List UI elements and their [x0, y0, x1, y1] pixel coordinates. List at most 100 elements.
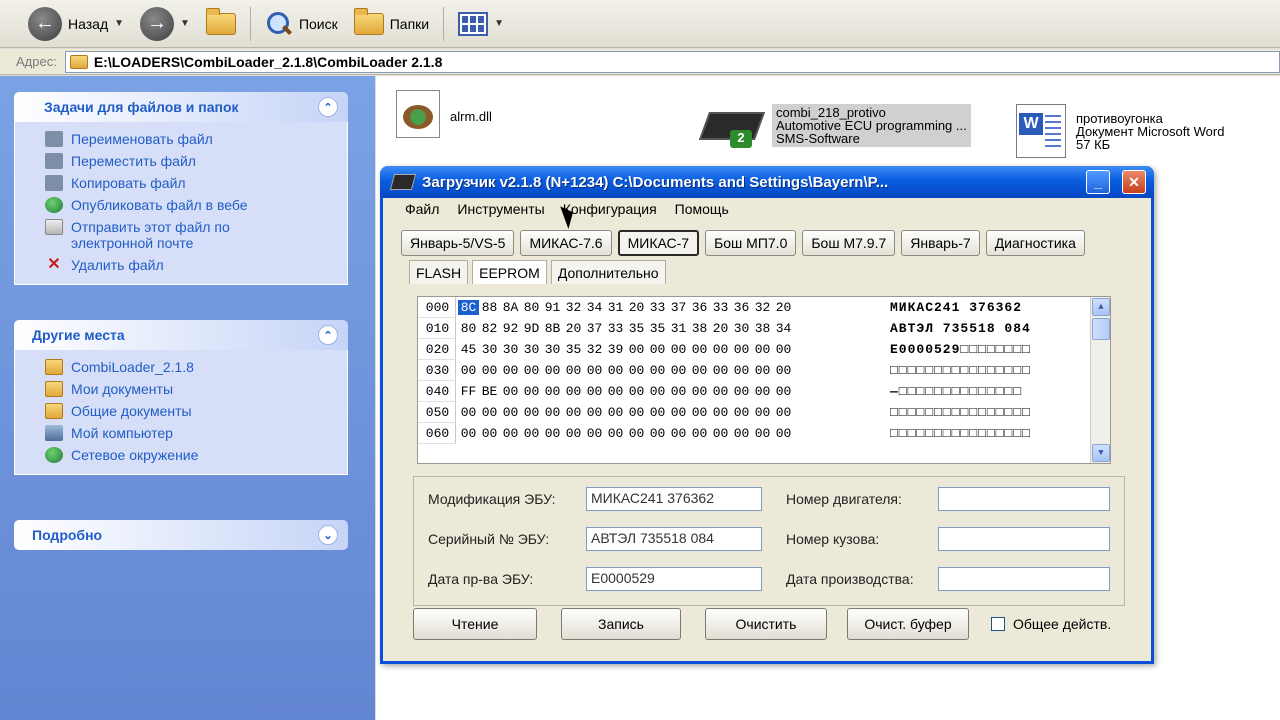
hex-byte[interactable]: 00: [668, 405, 689, 420]
hex-byte[interactable]: 33: [647, 300, 668, 315]
hex-byte[interactable]: 00: [605, 384, 626, 399]
hex-byte[interactable]: 38: [689, 321, 710, 336]
menu-tools[interactable]: Инструменты: [457, 201, 544, 217]
hex-byte[interactable]: 36: [689, 300, 710, 315]
hex-byte[interactable]: 00: [710, 405, 731, 420]
loader-titlebar[interactable]: Загрузчик v2.1.8 (N+1234) C:\Documents a…: [380, 166, 1154, 198]
chevron-down-icon[interactable]: ▼: [114, 18, 124, 29]
hex-byte[interactable]: 45: [458, 342, 479, 357]
hex-byte[interactable]: 33: [710, 300, 731, 315]
hex-byte[interactable]: 31: [668, 321, 689, 336]
hex-byte[interactable]: 00: [689, 405, 710, 420]
task-publish[interactable]: Опубликовать файл в вебе: [15, 194, 347, 216]
hex-byte[interactable]: 37: [668, 300, 689, 315]
file-tasks-header[interactable]: Задачи для файлов и папок ⌃: [14, 92, 348, 122]
search-button[interactable]: Поиск: [257, 6, 346, 42]
write-button[interactable]: Запись: [561, 608, 681, 640]
hex-row[interactable]: 030 00 00 00 00 00 00 00 00 00 00 00 00 00 00 00 00 □□□□□…: [418, 360, 1110, 381]
hex-byte[interactable]: 00: [605, 426, 626, 441]
hex-byte[interactable]: 20: [626, 300, 647, 315]
task-email[interactable]: Отправить этот файл по электронной почте: [15, 216, 347, 254]
hex-byte[interactable]: 00: [647, 426, 668, 441]
vertical-scrollbar[interactable]: ▲ ▼: [1090, 297, 1110, 463]
file-item[interactable]: alrm.dll: [396, 90, 492, 138]
hex-byte[interactable]: 00: [626, 426, 647, 441]
body-no-field[interactable]: [938, 527, 1110, 551]
hex-byte[interactable]: 31: [605, 300, 626, 315]
engine-no-field[interactable]: [938, 487, 1110, 511]
tab-eeprom[interactable]: EEPROM: [472, 260, 547, 284]
hex-byte[interactable]: 00: [668, 363, 689, 378]
hex-byte[interactable]: 20: [710, 321, 731, 336]
hex-byte[interactable]: 00: [731, 405, 752, 420]
chevron-down-icon[interactable]: ▼: [180, 18, 190, 29]
hex-byte[interactable]: 00: [521, 363, 542, 378]
task-delete[interactable]: ✕ Удалить файл: [15, 254, 347, 276]
hex-byte[interactable]: 34: [584, 300, 605, 315]
hex-byte[interactable]: 00: [731, 426, 752, 441]
hex-byte[interactable]: 00: [605, 405, 626, 420]
minimize-button[interactable]: _: [1086, 170, 1110, 194]
hex-byte[interactable]: 30: [500, 342, 521, 357]
prod-date-field[interactable]: [938, 567, 1110, 591]
hex-byte[interactable]: 00: [752, 405, 773, 420]
views-button[interactable]: ▼: [450, 6, 512, 42]
menu-config[interactable]: Конфигурация: [563, 201, 657, 217]
hex-byte[interactable]: 00: [668, 426, 689, 441]
hex-row[interactable]: 060 00 00 00 00 00 00 00 00 00 00 00 00 00 00 00 00 □□□□□…: [418, 423, 1110, 444]
hex-byte[interactable]: 38: [752, 321, 773, 336]
hex-byte[interactable]: 00: [563, 384, 584, 399]
chevron-down-icon[interactable]: ▼: [494, 18, 504, 29]
read-button[interactable]: Чтение: [413, 608, 537, 640]
hex-byte[interactable]: 00: [542, 426, 563, 441]
hex-byte[interactable]: 00: [647, 384, 668, 399]
hex-byte[interactable]: 32: [752, 300, 773, 315]
up-folder-button[interactable]: [198, 6, 244, 42]
hex-byte[interactable]: 00: [773, 363, 794, 378]
place-my-documents[interactable]: Мои документы: [15, 378, 347, 400]
hex-byte[interactable]: 00: [626, 363, 647, 378]
hex-byte[interactable]: 00: [710, 426, 731, 441]
hex-byte[interactable]: 91: [542, 300, 563, 315]
place-network[interactable]: Сетевое окружение: [15, 444, 347, 466]
hex-byte[interactable]: 00: [521, 426, 542, 441]
hex-byte[interactable]: 88: [479, 300, 500, 315]
hex-byte[interactable]: 00: [542, 384, 563, 399]
hex-editor[interactable]: 000 8C 88 8A 80 91 32 34 31 20 33 37 36 33 36 32 20 МИКАС…: [417, 296, 1111, 464]
hex-byte[interactable]: 00: [563, 363, 584, 378]
hex-row[interactable]: 000 8C 88 8A 80 91 32 34 31 20 33 37 36 33 36 32 20 МИКАС…: [418, 297, 1110, 318]
hex-byte[interactable]: 00: [647, 405, 668, 420]
hex-byte[interactable]: 00: [773, 405, 794, 420]
hex-byte[interactable]: 82: [479, 321, 500, 336]
expand-icon[interactable]: ⌄: [318, 525, 338, 545]
task-rename[interactable]: Переименовать файл: [15, 128, 347, 150]
place-combiloader[interactable]: CombiLoader_2.1.8: [15, 356, 347, 378]
hex-byte[interactable]: 00: [731, 363, 752, 378]
hex-byte[interactable]: 00: [626, 405, 647, 420]
hex-byte[interactable]: 00: [500, 363, 521, 378]
close-button[interactable]: ✕: [1122, 170, 1146, 194]
hex-byte[interactable]: 00: [689, 342, 710, 357]
hex-byte[interactable]: 00: [584, 405, 605, 420]
hex-byte[interactable]: 00: [710, 342, 731, 357]
tab-bosch-m797[interactable]: Бош М7.9.7: [802, 230, 896, 256]
file-item[interactable]: противоугонка Документ Microsoft Word 57…: [1016, 104, 1224, 158]
hex-byte[interactable]: 35: [647, 321, 668, 336]
hex-byte[interactable]: 00: [542, 405, 563, 420]
menu-file[interactable]: Файл: [405, 201, 439, 217]
hex-byte[interactable]: 00: [731, 342, 752, 357]
hex-byte[interactable]: 00: [500, 384, 521, 399]
scroll-up-icon[interactable]: ▲: [1092, 298, 1110, 316]
hex-byte[interactable]: 20: [773, 300, 794, 315]
hex-byte[interactable]: 00: [710, 363, 731, 378]
hex-byte[interactable]: 00: [731, 384, 752, 399]
hex-byte[interactable]: 36: [731, 300, 752, 315]
hex-byte[interactable]: 00: [479, 426, 500, 441]
hex-byte[interactable]: 00: [542, 363, 563, 378]
hex-byte[interactable]: 00: [458, 405, 479, 420]
scroll-down-icon[interactable]: ▼: [1092, 444, 1110, 462]
hex-byte[interactable]: 30: [521, 342, 542, 357]
hex-byte[interactable]: 00: [668, 384, 689, 399]
hex-byte[interactable]: 00: [584, 426, 605, 441]
place-my-computer[interactable]: Мой компьютер: [15, 422, 347, 444]
